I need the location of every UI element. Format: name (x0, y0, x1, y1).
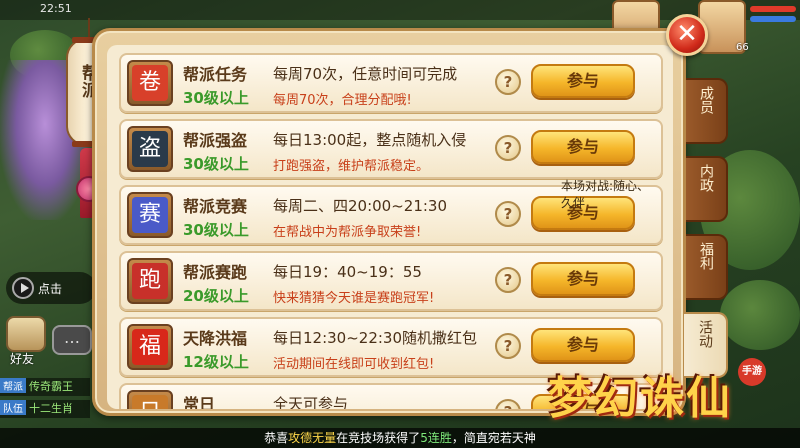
announcement-middle: 在竞技场获得了 (336, 431, 421, 445)
activity-description: 快来猜猜今天谁是赛跑冠军! (273, 291, 435, 306)
activity-time: 每周70次，任意时间可完成 (273, 65, 458, 83)
activity-list: 卷帮派任务 30级以上 每周70次，任意时间可完成 每周70次，合理分配哦!? 参与盗帮… (107, 45, 673, 409)
join-label: 参与 (566, 335, 599, 354)
announcement-prefix: 恭喜 (264, 431, 289, 445)
activity-time: 每日13:00起，整点随机入侵 (273, 131, 467, 149)
question-icon: ? (503, 337, 513, 355)
activity-row[interactable]: 跑帮派赛跑 20级以上 每日19：40~19：55 快来猜猜今天谁是赛跑冠军!? 参与 (119, 251, 663, 311)
activity-description: 每周70次，合理分配哦! (273, 93, 412, 108)
foliage (720, 280, 800, 350)
join-button[interactable]: 参与 (531, 328, 635, 362)
chat-line[interactable]: 队伍 十二生肖 (0, 400, 90, 418)
activity-description: 在帮战中为帮派争取荣誉! (273, 225, 422, 240)
daily-icon: 日 (132, 395, 168, 409)
join-button[interactable]: 参与 (531, 64, 635, 98)
tab-label: 内政 (698, 164, 714, 192)
question-icon: ? (504, 403, 513, 409)
friend-avatar[interactable] (6, 316, 46, 352)
join-button[interactable]: 参与 (531, 262, 635, 296)
activity-icon-frame: 跑 (127, 258, 173, 304)
activity-time: 每周二、四20:00~21:30 (273, 197, 448, 215)
chat-text: 十二生肖 (29, 402, 73, 415)
activity-name: 帮派赛跑 (183, 263, 248, 282)
activity-level: 30级以上 (183, 221, 249, 239)
question-icon: ? (503, 139, 513, 157)
activity-name: 帮派强盗 (183, 131, 248, 150)
tab-label: 福利 (698, 242, 714, 270)
question-icon: ? (503, 73, 513, 91)
join-button[interactable]: 参与 (531, 130, 635, 164)
activity-name: 天降洪福 (183, 329, 248, 348)
activity-description: 活动期间在线即可收到红包! (273, 357, 435, 372)
activity-name: 帮派任务 (183, 65, 248, 84)
clock: 22:51 (40, 2, 72, 15)
activity-row[interactable]: 卷帮派任务 30级以上 每周70次，任意时间可完成 每周70次，合理分配哦!? 参与 (119, 53, 663, 113)
activity-description: 打跑强盗，维护帮派稳定。 (273, 159, 430, 174)
help-button[interactable]: ? (495, 267, 521, 293)
system-announcement: 恭喜攻德无量在竞技场获得了5连胜，简直宛若天神 (0, 428, 800, 448)
tab-affairs[interactable]: 内政 (686, 156, 728, 222)
game-logo-badge: 手游 (738, 358, 766, 386)
activity-level: 20级以上 (183, 287, 249, 305)
help-button[interactable]: ? (495, 399, 521, 409)
voice-play-button[interactable]: 点击 (6, 272, 96, 304)
tab-label: 成员 (698, 86, 714, 114)
activity-level: 30级以上 (183, 155, 249, 173)
join-label: 参与 (566, 269, 599, 288)
activity-time: 全天可参与 (273, 395, 349, 409)
mp-bar (750, 16, 796, 22)
chat-channel-tag: 帮派 (0, 378, 26, 393)
announcement-player[interactable]: 攻德无量 (288, 431, 336, 445)
join-label: 参与 (566, 71, 599, 90)
activity-level: 30级以上 (183, 89, 249, 107)
friend-label[interactable]: 好友 (10, 350, 34, 367)
play-icon (12, 277, 34, 299)
activity-icon-frame: 盗 (127, 126, 173, 172)
tab-label: 活动 (697, 320, 713, 348)
help-button[interactable]: ? (495, 201, 521, 227)
red-envelope-icon: 福 (132, 329, 168, 365)
announcement-suffix: ，简直宛若天神 (451, 431, 536, 445)
bandit-flag-icon: 盗 (132, 131, 168, 167)
close-icon: ✕ (676, 19, 698, 49)
join-label: 参与 (566, 137, 599, 156)
tab-members[interactable]: 成员 (686, 78, 728, 144)
hp-bar (750, 6, 796, 12)
chat-line[interactable]: 帮派 传奇霸王 (0, 378, 90, 396)
close-button[interactable]: ✕ (666, 14, 708, 56)
guild-activity-panel: 卷帮派任务 30级以上 每周70次，任意时间可完成 每周70次，合理分配哦!? 参与盗帮… (92, 28, 686, 416)
chat-channel-tag: 队伍 (0, 400, 26, 415)
help-button[interactable]: ? (495, 69, 521, 95)
activity-time: 每日19：40~19：55 (273, 263, 422, 281)
player-level: 66 (736, 42, 749, 53)
activity-icon-frame: 赛 (127, 192, 173, 238)
race-treasure-icon: 跑 (132, 263, 168, 299)
activity-row[interactable]: 赛帮派竞赛 30级以上 每周二、四20:00~21:30 在帮战中为帮派争取荣誉!? 参… (119, 179, 663, 245)
question-icon: ? (503, 271, 513, 289)
chat-icon[interactable]: … (52, 325, 92, 355)
tab-welfare[interactable]: 福利 (686, 234, 728, 300)
activity-name: 帮派竞赛 (183, 197, 248, 216)
activity-time: 每日12:30~22:30随机撒红包 (273, 329, 478, 347)
activity-icon-frame: 卷 (127, 60, 173, 106)
competition-arena-icon: 赛 (132, 197, 168, 233)
help-button[interactable]: ? (495, 135, 521, 161)
announcement-streak: 5连胜 (420, 431, 452, 445)
question-icon: ? (503, 205, 513, 223)
activity-row[interactable]: 盗帮派强盗 30级以上 每日13:00起，整点随机入侵 打跑强盗，维护帮派稳定。? 参与 (119, 119, 663, 179)
task-scroll-icon: 卷 (132, 65, 168, 101)
activity-icon-frame: 福 (127, 324, 173, 370)
activity-icon-frame: 日 (127, 390, 173, 409)
help-button[interactable]: ? (495, 333, 521, 359)
match-note: 本场对战:随心、久伴 (561, 179, 650, 210)
activity-level: 12级以上 (183, 353, 249, 371)
chat-text: 传奇霸王 (29, 380, 73, 393)
activity-name: 常日 (183, 395, 216, 409)
play-hint: 点击 (38, 282, 63, 296)
